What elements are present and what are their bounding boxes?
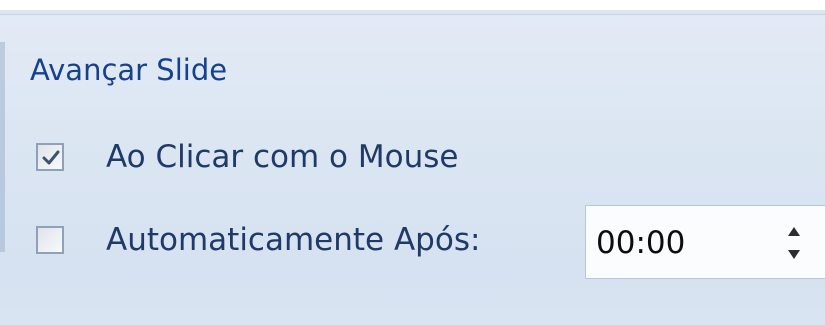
on-mouse-click-option[interactable]: Ao Clicar com o Mouse [36, 132, 458, 182]
top-strip [0, 0, 825, 10]
panel-top-border [0, 10, 825, 15]
on-mouse-click-label: Ao Clicar com o Mouse [106, 139, 459, 175]
advance-time-value[interactable]: 00:00 [596, 223, 685, 263]
advance-slide-title: Avançar Slide [30, 53, 228, 87]
advance-slide-panel-screen: Avançar Slide Ao Clicar com o Mouse Auto… [0, 0, 825, 325]
left-edge-divider [0, 42, 5, 252]
check-icon [42, 150, 60, 165]
on-mouse-click-checkbox[interactable] [36, 143, 64, 171]
advance-slide-group: Avançar Slide Ao Clicar com o Mouse Auto… [0, 10, 825, 325]
automatically-after-option[interactable]: Automaticamente Após: [36, 215, 480, 265]
automatically-after-label: Automaticamente Após: [106, 222, 481, 258]
spinner-up-icon[interactable] [784, 224, 804, 238]
spinner-down-icon[interactable] [784, 246, 804, 260]
advance-time-spinner[interactable]: 00:00 [585, 205, 825, 279]
automatically-after-checkbox[interactable] [36, 226, 64, 254]
